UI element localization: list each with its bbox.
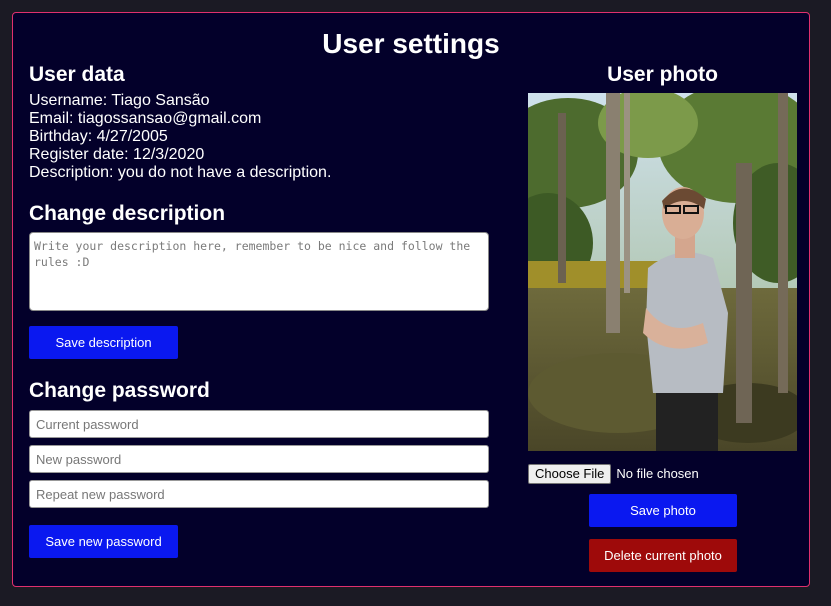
- change-description-heading: Change description: [29, 202, 226, 225]
- save-description-button[interactable]: Save description: [29, 326, 178, 359]
- user-data-heading: User data: [29, 63, 125, 86]
- page-title: User settings: [322, 28, 500, 59]
- no-file-text: No file chosen: [616, 466, 699, 481]
- email-text: Email: tiagossansao@gmail.com: [29, 110, 262, 127]
- user-photo-heading: User photo: [607, 63, 718, 86]
- save-password-button[interactable]: Save new password: [29, 525, 178, 558]
- new-password-input[interactable]: [29, 445, 489, 473]
- username-text: Username: Tiago Sansão: [29, 92, 210, 109]
- photo-file-picker: Choose File No file chosen: [528, 463, 699, 484]
- repeat-password-input[interactable]: [29, 480, 489, 508]
- user-photo: [528, 93, 797, 451]
- delete-photo-button[interactable]: Delete current photo: [589, 539, 737, 572]
- description-text: Description: you do not have a descripti…: [29, 164, 332, 181]
- change-password-heading: Change password: [29, 379, 210, 402]
- birthday-text: Birthday: 4/27/2005: [29, 128, 168, 145]
- description-textarea[interactable]: [29, 232, 489, 311]
- settings-panel: User settings User data Username: Tiago …: [12, 12, 810, 587]
- save-photo-button[interactable]: Save photo: [589, 494, 737, 527]
- current-password-input[interactable]: [29, 410, 489, 438]
- user-data-info: Username: Tiago Sansão Email: tiagossans…: [29, 92, 331, 182]
- choose-file-button[interactable]: Choose File: [528, 463, 612, 484]
- register-date-text: Register date: 12/3/2020: [29, 146, 205, 163]
